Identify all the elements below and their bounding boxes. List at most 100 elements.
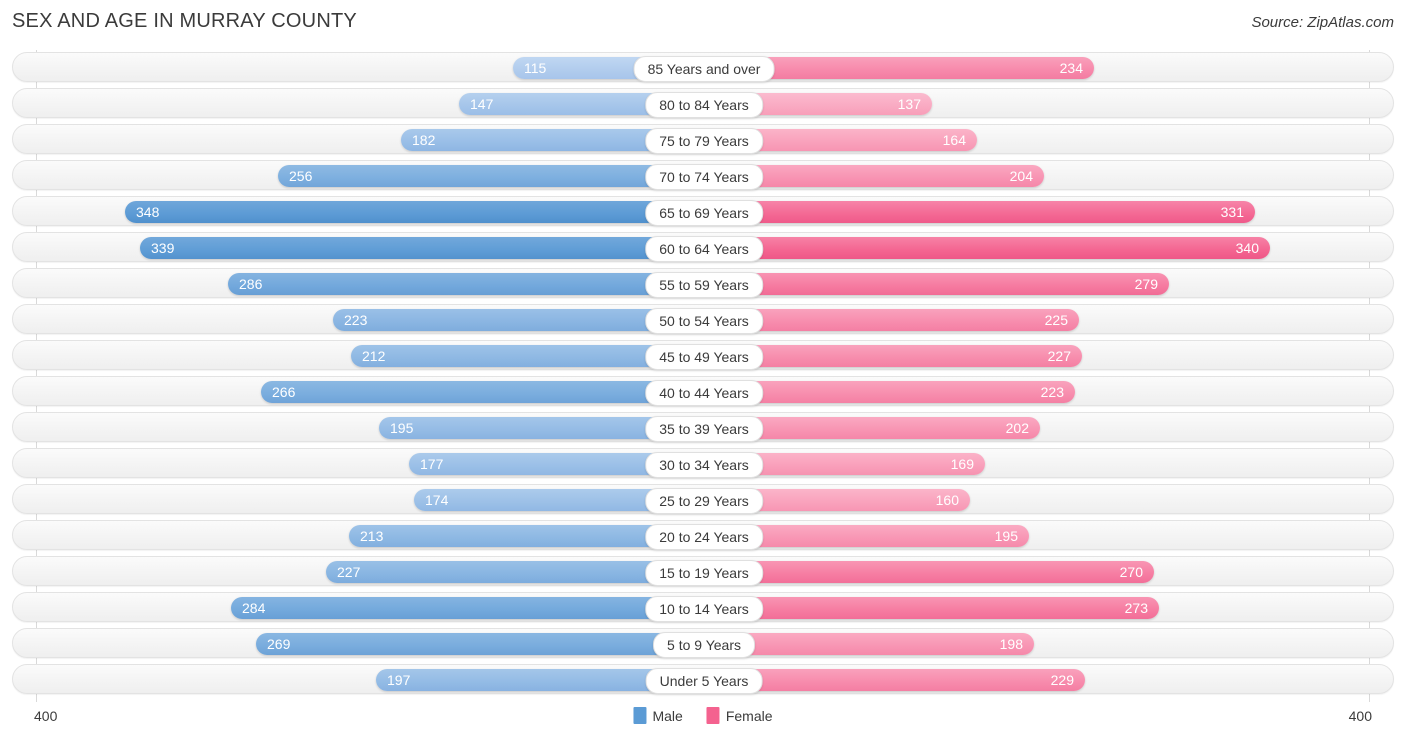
chart-row: 284 273 10 to 14 Years bbox=[12, 592, 1394, 622]
value-label-female: 270 bbox=[1119, 564, 1143, 580]
age-group-label: 30 to 34 Years bbox=[645, 452, 763, 478]
value-label-male: 177 bbox=[420, 456, 444, 472]
chart-legend: Male Female bbox=[633, 707, 773, 724]
age-group-label: 5 to 9 Years bbox=[653, 632, 755, 658]
age-group-label: 70 to 74 Years bbox=[645, 164, 763, 190]
value-label-male: 348 bbox=[136, 204, 160, 220]
value-label-male: 223 bbox=[344, 312, 368, 328]
chart-row: 269 198 5 to 9 Years bbox=[12, 628, 1394, 658]
bar-track: 348 331 65 to 69 Years bbox=[13, 197, 1395, 227]
value-label-female: 279 bbox=[1134, 276, 1158, 292]
chart-rows: 115 234 85 Years and over 147 137 80 to 84 Ye… bbox=[12, 50, 1394, 702]
axis-tick-left: 400 bbox=[34, 708, 58, 724]
value-label-male: 269 bbox=[267, 636, 291, 652]
bar-track: 223 225 50 to 54 Years bbox=[13, 305, 1395, 335]
age-group-label: 20 to 24 Years bbox=[645, 524, 763, 550]
value-label-male: 212 bbox=[362, 348, 386, 364]
chart-row: 174 160 25 to 29 Years bbox=[12, 484, 1394, 514]
value-label-male: 266 bbox=[272, 384, 296, 400]
bar-female bbox=[704, 201, 1255, 223]
value-label-male: 182 bbox=[412, 132, 436, 148]
bar-track: 213 195 20 to 24 Years bbox=[13, 521, 1395, 551]
legend-swatch-male bbox=[633, 707, 647, 724]
bar-track: 212 227 45 to 49 Years bbox=[13, 341, 1395, 371]
chart-row: 286 279 55 to 59 Years bbox=[12, 268, 1394, 298]
chart-row: 197 229 Under 5 Years bbox=[12, 664, 1394, 694]
value-label-female: 164 bbox=[942, 132, 966, 148]
age-group-label: 75 to 79 Years bbox=[645, 128, 763, 154]
bar-track: 284 273 10 to 14 Years bbox=[13, 593, 1395, 623]
value-label-female: 204 bbox=[1009, 168, 1033, 184]
age-group-label: 40 to 44 Years bbox=[645, 380, 763, 406]
chart-footer: 400 400 Male Female bbox=[12, 702, 1394, 734]
chart-header: SEX AND AGE IN MURRAY COUNTY Source: Zip… bbox=[0, 0, 1406, 44]
chart-row: 147 137 80 to 84 Years bbox=[12, 88, 1394, 118]
bar-track: 174 160 25 to 29 Years bbox=[13, 485, 1395, 515]
value-label-female: 202 bbox=[1005, 420, 1029, 436]
value-label-female: 229 bbox=[1050, 672, 1074, 688]
bar-track: 227 270 15 to 19 Years bbox=[13, 557, 1395, 587]
legend-item-male[interactable]: Male bbox=[633, 707, 683, 724]
bar-male bbox=[140, 237, 704, 259]
chart-row: 212 227 45 to 49 Years bbox=[12, 340, 1394, 370]
chart-row: 177 169 30 to 34 Years bbox=[12, 448, 1394, 478]
value-label-male: 147 bbox=[470, 96, 494, 112]
chart-page: SEX AND AGE IN MURRAY COUNTY Source: Zip… bbox=[0, 0, 1406, 740]
legend-label: Female bbox=[725, 707, 773, 724]
value-label-female: 223 bbox=[1040, 384, 1064, 400]
chart-row: 227 270 15 to 19 Years bbox=[12, 556, 1394, 586]
age-group-label: 85 Years and over bbox=[633, 56, 775, 82]
chart-row: 115 234 85 Years and over bbox=[12, 52, 1394, 82]
chart-row: 182 164 75 to 79 Years bbox=[12, 124, 1394, 154]
bar-track: 266 223 40 to 44 Years bbox=[13, 377, 1395, 407]
value-label-male: 256 bbox=[289, 168, 313, 184]
chart-row: 223 225 50 to 54 Years bbox=[12, 304, 1394, 334]
chart-row: 348 331 65 to 69 Years bbox=[12, 196, 1394, 226]
bar-track: 182 164 75 to 79 Years bbox=[13, 125, 1395, 155]
value-label-female: 227 bbox=[1047, 348, 1071, 364]
population-pyramid-plot: 115 234 85 Years and over 147 137 80 to 84 Ye… bbox=[12, 50, 1394, 702]
bar-track: 269 198 5 to 9 Years bbox=[13, 629, 1395, 659]
age-group-label: 45 to 49 Years bbox=[645, 344, 763, 370]
age-group-label: 55 to 59 Years bbox=[645, 272, 763, 298]
bar-track: 197 229 Under 5 Years bbox=[13, 665, 1395, 695]
value-label-female: 340 bbox=[1235, 240, 1259, 256]
value-label-female: 160 bbox=[935, 492, 959, 508]
value-label-female: 198 bbox=[999, 636, 1023, 652]
value-label-male: 213 bbox=[360, 528, 384, 544]
value-label-female: 331 bbox=[1220, 204, 1244, 220]
bar-track: 286 279 55 to 59 Years bbox=[13, 269, 1395, 299]
age-group-label: 65 to 69 Years bbox=[645, 200, 763, 226]
value-label-female: 195 bbox=[994, 528, 1018, 544]
chart-row: 195 202 35 to 39 Years bbox=[12, 412, 1394, 442]
axis-tick-right: 400 bbox=[1348, 708, 1372, 724]
legend-item-female[interactable]: Female bbox=[706, 707, 773, 724]
value-label-male: 197 bbox=[387, 672, 411, 688]
value-label-male: 115 bbox=[524, 60, 547, 76]
value-label-male: 174 bbox=[425, 492, 449, 508]
bar-track: 256 204 70 to 74 Years bbox=[13, 161, 1395, 191]
age-group-label: 35 to 39 Years bbox=[645, 416, 763, 442]
chart-row: 213 195 20 to 24 Years bbox=[12, 520, 1394, 550]
value-label-female: 169 bbox=[950, 456, 974, 472]
bar-track: 147 137 80 to 84 Years bbox=[13, 89, 1395, 119]
bar-track: 177 169 30 to 34 Years bbox=[13, 449, 1395, 479]
value-label-male: 195 bbox=[390, 420, 414, 436]
age-group-label: 80 to 84 Years bbox=[645, 92, 763, 118]
value-label-female: 137 bbox=[897, 96, 921, 112]
legend-swatch-female bbox=[706, 707, 720, 724]
age-group-label: 50 to 54 Years bbox=[645, 308, 763, 334]
bar-female bbox=[704, 237, 1270, 259]
bar-track: 195 202 35 to 39 Years bbox=[13, 413, 1395, 443]
value-label-female: 234 bbox=[1059, 60, 1083, 76]
value-label-male: 339 bbox=[151, 240, 175, 256]
age-group-label: 60 to 64 Years bbox=[645, 236, 763, 262]
source-attribution: Source: ZipAtlas.com bbox=[1251, 14, 1394, 31]
age-group-label: 10 to 14 Years bbox=[645, 596, 763, 622]
age-group-label: 25 to 29 Years bbox=[645, 488, 763, 514]
value-label-male: 227 bbox=[337, 564, 361, 580]
chart-row: 266 223 40 to 44 Years bbox=[12, 376, 1394, 406]
chart-row: 256 204 70 to 74 Years bbox=[12, 160, 1394, 190]
age-group-label: Under 5 Years bbox=[645, 668, 763, 694]
bar-male bbox=[228, 273, 704, 295]
